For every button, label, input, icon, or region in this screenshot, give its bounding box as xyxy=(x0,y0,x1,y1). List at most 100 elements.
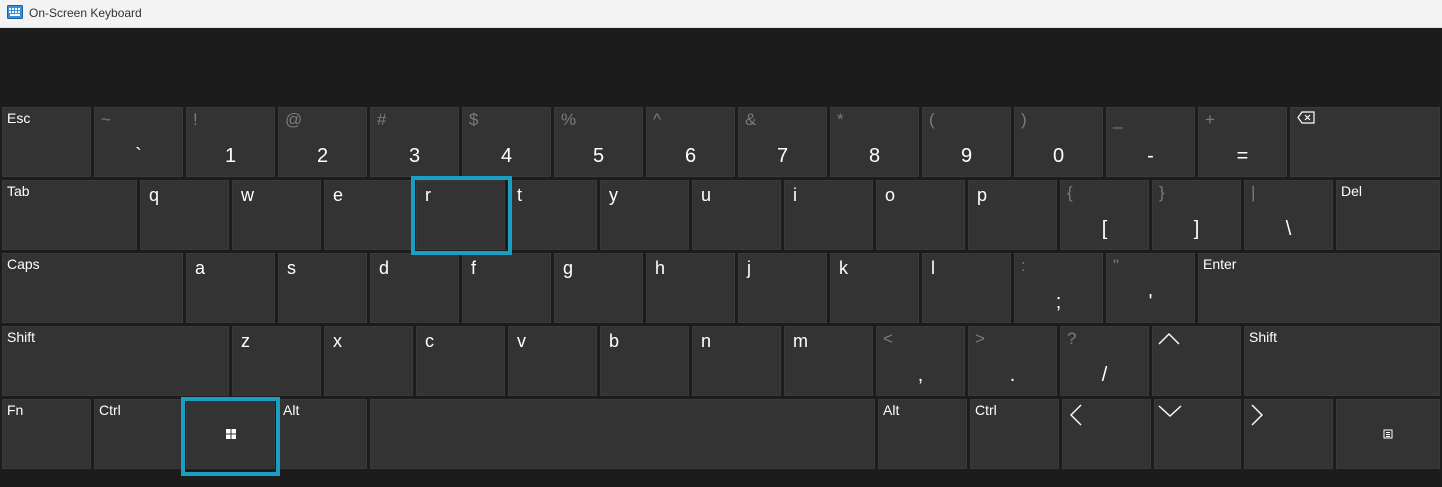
key-s[interactable]: s xyxy=(278,253,367,323)
key-1[interactable]: ! 1 xyxy=(186,107,275,177)
key-menu[interactable] xyxy=(1336,399,1440,469)
key-left-shift[interactable]: Shift xyxy=(2,326,229,396)
key-o[interactable]: o xyxy=(876,180,965,250)
key-m[interactable]: m xyxy=(784,326,873,396)
key-tab[interactable]: Tab xyxy=(2,180,137,250)
main-char: 9 xyxy=(960,145,973,167)
main-char: ] xyxy=(1193,218,1200,240)
shift-char: * xyxy=(837,110,844,129)
key-label: j xyxy=(747,258,751,278)
key-label: t xyxy=(517,185,523,205)
shift-char: ( xyxy=(929,110,935,129)
key-label: a xyxy=(195,258,206,278)
key-alt-right[interactable]: Alt xyxy=(878,399,967,469)
key-p[interactable]: p xyxy=(968,180,1057,250)
key-g[interactable]: g xyxy=(554,253,643,323)
key-i[interactable]: i xyxy=(784,180,873,250)
key-l[interactable]: l xyxy=(922,253,1011,323)
key-right-shift[interactable]: Shift xyxy=(1244,326,1440,396)
shift-char: | xyxy=(1251,183,1256,202)
main-char: [ xyxy=(1101,218,1108,240)
key-x[interactable]: x xyxy=(324,326,413,396)
key-8[interactable]: * 8 xyxy=(830,107,919,177)
key-rbracket[interactable]: }] xyxy=(1152,180,1241,250)
key-label: Shift xyxy=(7,329,36,345)
key-label: s xyxy=(287,258,296,278)
key-f[interactable]: f xyxy=(462,253,551,323)
key-comma[interactable]: <, xyxy=(876,326,965,396)
key-label: u xyxy=(701,185,712,205)
key-lbracket[interactable]: {[ xyxy=(1060,180,1149,250)
key-u[interactable]: u xyxy=(692,180,781,250)
shift-char: ~ xyxy=(101,110,111,129)
title-bar: On-Screen Keyboard xyxy=(0,0,1442,28)
key-v[interactable]: v xyxy=(508,326,597,396)
key-backslash[interactable]: | \ xyxy=(1244,180,1333,250)
key-esc[interactable]: Esc xyxy=(2,107,91,177)
key-ctrl-left[interactable]: Ctrl xyxy=(94,399,183,469)
key-z[interactable]: z xyxy=(232,326,321,396)
main-char: 4 xyxy=(500,145,513,167)
key-up[interactable] xyxy=(1152,326,1241,396)
key-3[interactable]: #3 xyxy=(370,107,459,177)
key-enter[interactable]: Enter xyxy=(1198,253,1440,323)
key-d[interactable]: d xyxy=(370,253,459,323)
shift-char: # xyxy=(377,110,387,129)
key-down[interactable] xyxy=(1154,399,1241,469)
key-label: r xyxy=(425,185,431,205)
key-label: Ctrl xyxy=(99,402,121,418)
shift-char: ! xyxy=(193,110,198,129)
key-y[interactable]: y xyxy=(600,180,689,250)
key-caps[interactable]: Caps xyxy=(2,253,183,323)
key-label: Fn xyxy=(7,402,24,418)
key-q[interactable]: q xyxy=(140,180,229,250)
key-space[interactable] xyxy=(370,399,875,469)
key-label: m xyxy=(793,331,808,351)
arrow-down-icon xyxy=(1158,405,1182,417)
key-n[interactable]: n xyxy=(692,326,781,396)
key-left[interactable] xyxy=(1062,399,1151,469)
key-del[interactable]: Del xyxy=(1336,180,1440,250)
arrow-left-icon xyxy=(1070,404,1082,426)
key-ctrl-right[interactable]: Ctrl xyxy=(970,399,1059,469)
key-t[interactable]: t xyxy=(508,180,597,250)
key-4[interactable]: $4 xyxy=(462,107,551,177)
key-label: c xyxy=(425,331,434,351)
key-a[interactable]: a xyxy=(186,253,275,323)
key-h[interactable]: h xyxy=(646,253,735,323)
key-backtick[interactable]: ~ ` xyxy=(94,107,183,177)
key-windows[interactable] xyxy=(186,399,275,469)
key-semicolon[interactable]: :; xyxy=(1014,253,1103,323)
key-2[interactable]: @2 xyxy=(278,107,367,177)
backspace-icon xyxy=(1297,111,1315,124)
key-label: b xyxy=(609,331,620,351)
key-k[interactable]: k xyxy=(830,253,919,323)
key-alt-left[interactable]: Alt xyxy=(278,399,367,469)
key-c[interactable]: c xyxy=(416,326,505,396)
key-w[interactable]: w xyxy=(232,180,321,250)
key-quote[interactable]: " ' xyxy=(1106,253,1195,323)
key-b[interactable]: b xyxy=(600,326,689,396)
key-slash[interactable]: ? / xyxy=(1060,326,1149,396)
key-5[interactable]: % 5 xyxy=(554,107,643,177)
key-backspace[interactable] xyxy=(1290,107,1440,177)
key-r[interactable]: r xyxy=(416,180,505,250)
key-fn[interactable]: Fn xyxy=(2,399,91,469)
key-label: k xyxy=(839,258,848,278)
key-j[interactable]: j xyxy=(738,253,827,323)
key-label: y xyxy=(609,185,618,205)
menu-glyph xyxy=(1337,400,1439,468)
main-char: = xyxy=(1236,145,1249,167)
key-9[interactable]: (9 xyxy=(922,107,1011,177)
key-6[interactable]: ^ 6 xyxy=(646,107,735,177)
window-title: On-Screen Keyboard xyxy=(29,6,142,20)
key-7[interactable]: & 7 xyxy=(738,107,827,177)
key-e[interactable]: e xyxy=(324,180,413,250)
main-char: \ xyxy=(1285,218,1292,240)
key-minus[interactable]: _ - xyxy=(1106,107,1195,177)
key-0[interactable]: ) 0 xyxy=(1014,107,1103,177)
key-label: g xyxy=(563,258,574,278)
key-period[interactable]: >. xyxy=(968,326,1057,396)
key-right[interactable] xyxy=(1244,399,1333,469)
key-equals[interactable]: + = xyxy=(1198,107,1287,177)
